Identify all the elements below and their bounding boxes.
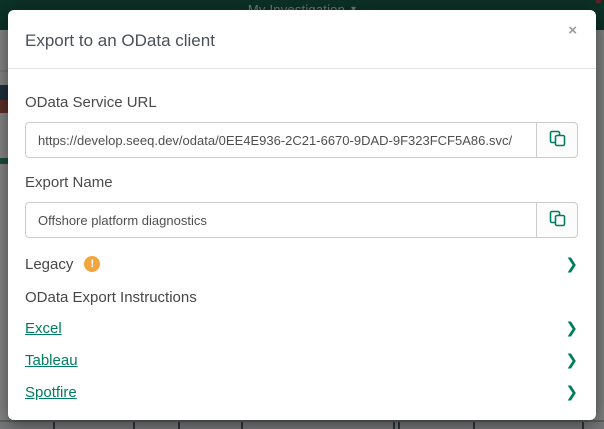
instructions-heading: OData Export Instructions (25, 289, 578, 306)
export-name-group (25, 202, 578, 238)
warning-icon[interactable]: ! (84, 256, 100, 272)
chevron-right-icon[interactable]: ❯ (565, 353, 578, 368)
copy-icon (549, 130, 566, 150)
modal-body: OData Service URL Export Name (8, 69, 596, 414)
legacy-label: Legacy (25, 256, 73, 273)
close-icon[interactable]: × (568, 23, 577, 38)
tableau-link[interactable]: Tableau (25, 352, 78, 369)
copy-export-name-button[interactable] (536, 202, 578, 238)
spotfire-link[interactable]: Spotfire (25, 384, 77, 401)
odata-export-modal: Export to an OData client × OData Servic… (8, 10, 596, 420)
export-name-label: Export Name (25, 173, 578, 193)
chevron-right-icon[interactable]: ❯ (565, 321, 578, 336)
copy-icon (549, 210, 566, 230)
modal-title: Export to an OData client (25, 31, 576, 51)
copy-service-url-button[interactable] (536, 122, 578, 158)
service-url-input[interactable] (25, 122, 537, 158)
excel-instructions-row[interactable]: Excel ❯ (25, 318, 578, 339)
chevron-right-icon[interactable]: ❯ (565, 385, 578, 400)
chevron-right-icon[interactable]: ❯ (565, 257, 578, 272)
modal-header: Export to an OData client × (8, 10, 596, 69)
service-url-label: OData Service URL (25, 93, 578, 113)
service-url-group (25, 122, 578, 158)
export-name-input[interactable] (25, 202, 537, 238)
legacy-section-toggle[interactable]: Legacy ! ❯ (25, 253, 578, 275)
spotfire-instructions-row[interactable]: Spotfire ❯ (25, 382, 578, 403)
tableau-instructions-row[interactable]: Tableau ❯ (25, 350, 578, 371)
excel-link[interactable]: Excel (25, 320, 62, 337)
